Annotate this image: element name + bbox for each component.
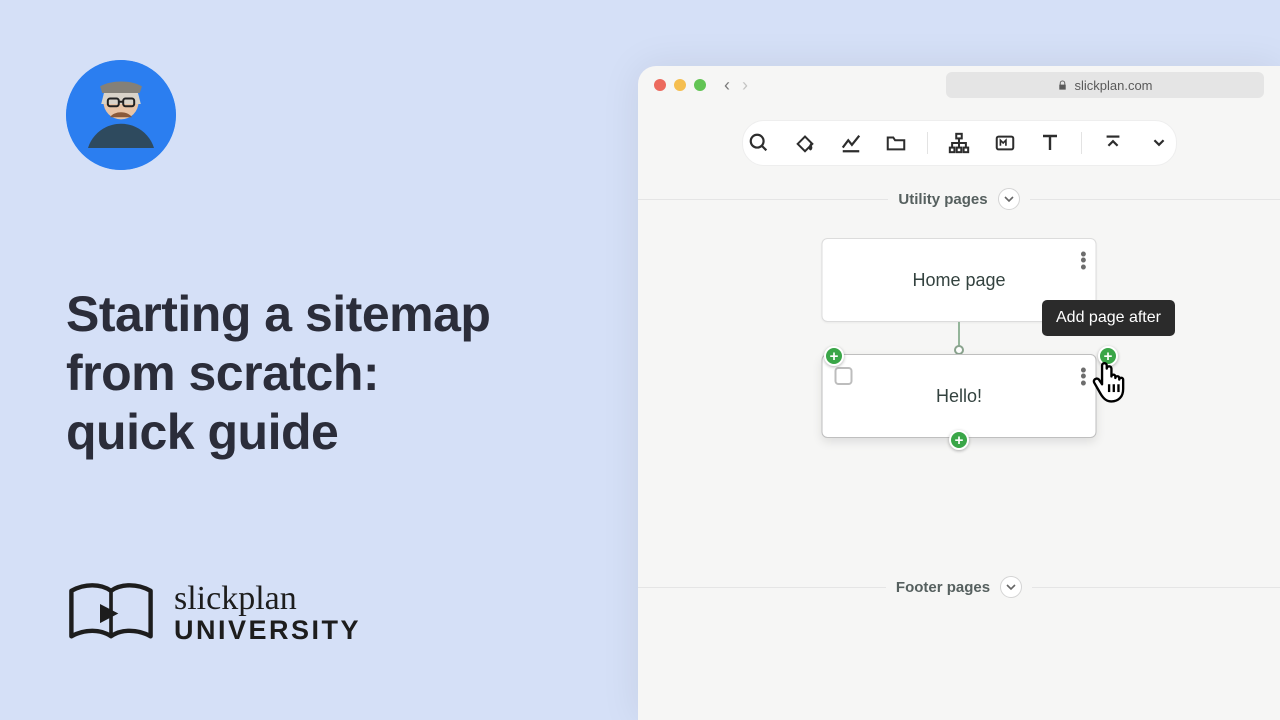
brand-sub: UNIVERSITY — [174, 615, 361, 646]
url-text: slickplan.com — [1074, 78, 1152, 93]
utility-toggle[interactable] — [998, 188, 1020, 210]
editor-toolbar — [742, 120, 1177, 166]
brand-name: slickplan — [174, 584, 361, 615]
fill-icon[interactable] — [788, 125, 822, 161]
maximize-light[interactable] — [694, 79, 706, 91]
folder-icon[interactable] — [880, 125, 914, 161]
footer-toggle[interactable] — [1000, 576, 1022, 598]
page-title: Starting a sitemap from scratch: quick g… — [66, 285, 586, 462]
add-page-before-button[interactable]: + — [824, 346, 844, 366]
toolbar-separator — [1081, 132, 1082, 154]
book-play-icon — [66, 582, 156, 648]
add-page-tooltip: Add page after — [1042, 300, 1175, 336]
app-window: ‹ › slickplan.com Utility pages Home pag… — [638, 66, 1280, 720]
node-menu-icon[interactable]: ••• — [1080, 367, 1085, 386]
browser-chrome: ‹ › slickplan.com — [638, 66, 1280, 104]
forward-button[interactable]: › — [742, 75, 748, 96]
instructor-avatar — [66, 60, 176, 170]
sitemap-icon[interactable] — [942, 125, 976, 161]
node-home-label: Home page — [912, 270, 1005, 291]
title-line-1: Starting a sitemap — [66, 286, 490, 342]
title-line-3: quick guide — [66, 404, 338, 460]
node-hello[interactable]: Hello! ••• — [822, 354, 1097, 438]
brand-logo: slickplan UNIVERSITY — [66, 582, 361, 648]
utility-section-header: Utility pages — [638, 188, 1280, 210]
footer-section-header: Footer pages — [638, 576, 1280, 598]
sitemap-canvas[interactable]: Home page ••• Hello! ••• + + + Add page … — [638, 238, 1280, 568]
minimize-light[interactable] — [674, 79, 686, 91]
back-button[interactable]: ‹ — [724, 75, 730, 96]
close-light[interactable] — [654, 79, 666, 91]
url-bar[interactable]: slickplan.com — [946, 72, 1264, 98]
markdown-icon[interactable] — [988, 125, 1022, 161]
footer-label: Footer pages — [896, 579, 990, 596]
node-hello-label: Hello! — [936, 386, 982, 407]
node-checkbox[interactable] — [835, 367, 853, 385]
node-menu-icon[interactable]: ••• — [1080, 251, 1085, 270]
text-icon[interactable] — [1034, 125, 1068, 161]
expand-icon[interactable] — [1142, 125, 1176, 161]
lock-icon — [1057, 80, 1068, 91]
add-child-page-button[interactable]: + — [949, 430, 969, 450]
toolbar-separator — [927, 132, 928, 154]
collapse-icon[interactable] — [1096, 125, 1130, 161]
title-line-2: from scratch: — [66, 345, 379, 401]
traffic-lights — [654, 79, 706, 91]
cursor-hand-icon — [1088, 353, 1138, 403]
search-icon[interactable] — [742, 125, 776, 161]
chart-icon[interactable] — [834, 125, 868, 161]
utility-label: Utility pages — [898, 191, 987, 208]
